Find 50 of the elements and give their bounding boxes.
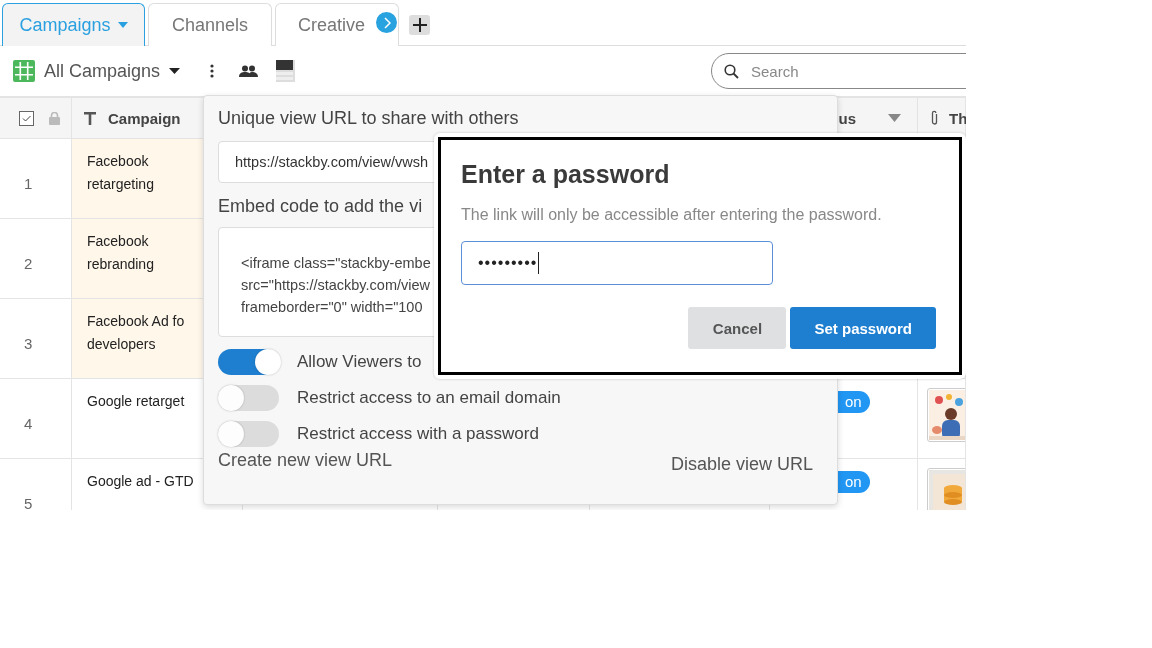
chevron-right-icon (382, 16, 391, 29)
row-number: 4 (24, 415, 33, 432)
toggle-switch[interactable] (218, 421, 279, 447)
add-tab-button[interactable] (409, 15, 430, 35)
table-cell-text: Google retarget (87, 392, 186, 411)
more-icon[interactable] (210, 64, 215, 78)
table-cell-text: Google ad - GTD (87, 472, 195, 491)
row-number: 3 (24, 335, 33, 352)
column-header[interactable]: Th (949, 109, 966, 127)
cancel-button[interactable]: Cancel (688, 307, 787, 349)
checkbox-icon[interactable] (19, 110, 34, 126)
plus-icon (412, 18, 427, 32)
toggle-label: Restrict access with a password (297, 424, 539, 444)
grid-icon[interactable] (13, 60, 35, 82)
toggle-label: Allow Viewers to (297, 352, 422, 372)
table-cell-text: Facebook retargeting (87, 152, 155, 194)
disable-url-link[interactable]: Disable view URL (670, 454, 813, 475)
toggle-label: Restrict access to an email domain (297, 388, 561, 408)
dialog-description: The link will only be accessible after entering the password. (461, 206, 883, 224)
table-cell-text: Facebook rebranding (87, 232, 155, 274)
table-cell-text: Facebook Ad fo developers (87, 312, 186, 354)
column-header[interactable]: Campaign (108, 109, 181, 127)
password-field[interactable]: ••••••••• (461, 241, 773, 285)
status-tag: on (838, 471, 870, 493)
set-password-button[interactable]: Set password (790, 307, 936, 349)
row-height-icon[interactable] (276, 60, 296, 82)
caret-icon (169, 68, 181, 74)
thumbnail[interactable] (927, 388, 965, 442)
toggle-switch[interactable] (218, 385, 279, 411)
tab[interactable]: Creative (275, 3, 399, 46)
view-selector[interactable]: All Campaigns (44, 60, 181, 82)
search-input[interactable]: Search (749, 61, 953, 81)
create-url-link[interactable]: Create new view URL (218, 450, 393, 471)
field-label: Unique view URL to share with others (218, 108, 519, 129)
row-number: 2 (24, 255, 33, 272)
status-tag: on (838, 391, 870, 413)
row-number: 5 (24, 495, 33, 510)
search-icon (724, 63, 739, 79)
toggle-switch[interactable] (218, 349, 279, 375)
people-icon[interactable] (239, 65, 259, 77)
text-field-icon (84, 111, 96, 125)
paperclip-icon (930, 110, 939, 126)
tab[interactable]: Channels (148, 3, 272, 46)
caret-icon (117, 22, 128, 28)
caret-icon[interactable] (888, 114, 901, 122)
field-label: Embed code to add the vi (218, 196, 423, 217)
lock-icon (49, 111, 60, 125)
column-header[interactable]: us (838, 109, 856, 127)
row-number: 1 (24, 175, 33, 192)
dialog-title: Enter a password (461, 160, 671, 189)
